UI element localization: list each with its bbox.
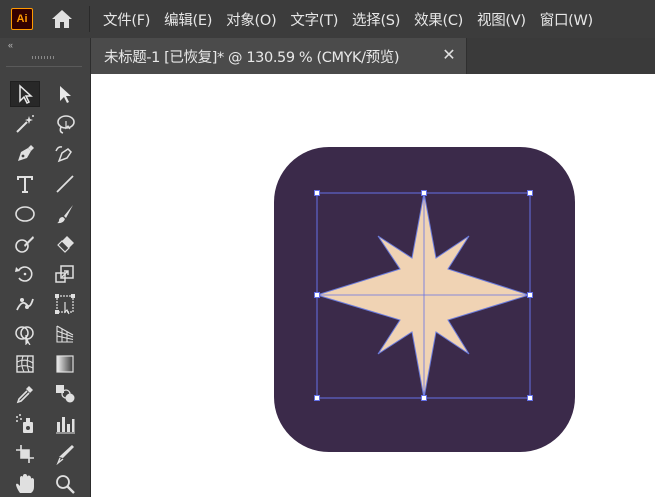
slice-tool-icon[interactable] <box>50 441 80 467</box>
menu-edit[interactable]: 编辑(E) <box>157 9 219 30</box>
free-transform-tool-icon[interactable] <box>50 291 80 317</box>
type-tool-icon[interactable] <box>10 171 40 197</box>
mesh-tool-icon[interactable] <box>10 351 40 377</box>
pen-tool-icon[interactable] <box>10 141 40 167</box>
selection-tool-icon[interactable] <box>10 81 40 107</box>
close-tab-icon[interactable]: ✕ <box>440 46 458 64</box>
handle-middle-right[interactable] <box>527 292 533 298</box>
curvature-tool-icon[interactable] <box>50 141 80 167</box>
handle-bottom-left[interactable] <box>314 395 320 401</box>
handle-bottom-center[interactable] <box>421 395 427 401</box>
panel-divider <box>6 66 82 67</box>
blend-tool-icon[interactable] <box>50 381 80 407</box>
menu-select[interactable]: 选择(S) <box>345 9 407 30</box>
zoom-tool-icon[interactable] <box>50 471 80 497</box>
menu-bar: Ai 文件(F) 编辑(E) 对象(O) 文字(T) 选择(S) 效果(C) 视… <box>0 0 655 38</box>
magic-wand-tool-icon[interactable] <box>10 111 40 137</box>
menu-divider <box>89 6 90 32</box>
handle-top-left[interactable] <box>314 190 320 196</box>
handle-top-center[interactable] <box>421 190 427 196</box>
scale-tool-icon[interactable] <box>50 261 80 287</box>
handle-middle-left[interactable] <box>314 292 320 298</box>
handle-top-right[interactable] <box>527 190 533 196</box>
eyedropper-tool-icon[interactable] <box>10 381 40 407</box>
shape-builder-tool-icon[interactable] <box>10 321 40 347</box>
eraser-tool-icon[interactable] <box>50 231 80 257</box>
collapse-panel-icon[interactable]: « <box>8 40 13 50</box>
menu-object[interactable]: 对象(O) <box>219 9 283 30</box>
hand-tool-icon[interactable] <box>10 471 40 497</box>
menu-window[interactable]: 窗口(W) <box>533 9 600 30</box>
artboard-tool-icon[interactable] <box>10 441 40 467</box>
menu-file[interactable]: 文件(F) <box>96 9 157 30</box>
menu-view[interactable]: 视图(V) <box>470 9 533 30</box>
line-segment-tool-icon[interactable] <box>50 171 80 197</box>
menu-effect[interactable]: 效果(C) <box>407 9 470 30</box>
rotate-tool-icon[interactable] <box>10 261 40 287</box>
panel-grip[interactable] <box>32 56 56 59</box>
symbol-sprayer-tool-icon[interactable] <box>10 411 40 437</box>
puppet-warp-tool-icon[interactable] <box>10 291 40 317</box>
shaper-tool-icon[interactable] <box>10 231 40 257</box>
document-tab[interactable]: 未标题-1 [已恢复]* @ 130.59 % (CMYK/预览) ✕ <box>91 38 467 74</box>
column-graph-tool-icon[interactable] <box>50 411 80 437</box>
lasso-tool-icon[interactable] <box>50 111 80 137</box>
gradient-tool-icon[interactable] <box>50 351 80 377</box>
ellipse-tool-icon[interactable] <box>10 201 40 227</box>
artwork <box>274 147 575 452</box>
illustrator-logo-icon[interactable]: Ai <box>11 8 33 30</box>
handle-bottom-right[interactable] <box>527 395 533 401</box>
home-icon[interactable] <box>49 6 75 32</box>
artboard-canvas[interactable] <box>91 74 655 497</box>
paintbrush-tool-icon[interactable] <box>50 201 80 227</box>
document-tab-bar: 未标题-1 [已恢复]* @ 130.59 % (CMYK/预览) ✕ <box>91 38 655 74</box>
document-tab-title: 未标题-1 [已恢复]* @ 130.59 % (CMYK/预览) <box>104 49 400 66</box>
menu-type[interactable]: 文字(T) <box>283 9 345 30</box>
tools-panel: « <box>0 38 91 497</box>
perspective-grid-tool-icon[interactable] <box>50 321 80 347</box>
direct-selection-tool-icon[interactable] <box>50 81 80 107</box>
